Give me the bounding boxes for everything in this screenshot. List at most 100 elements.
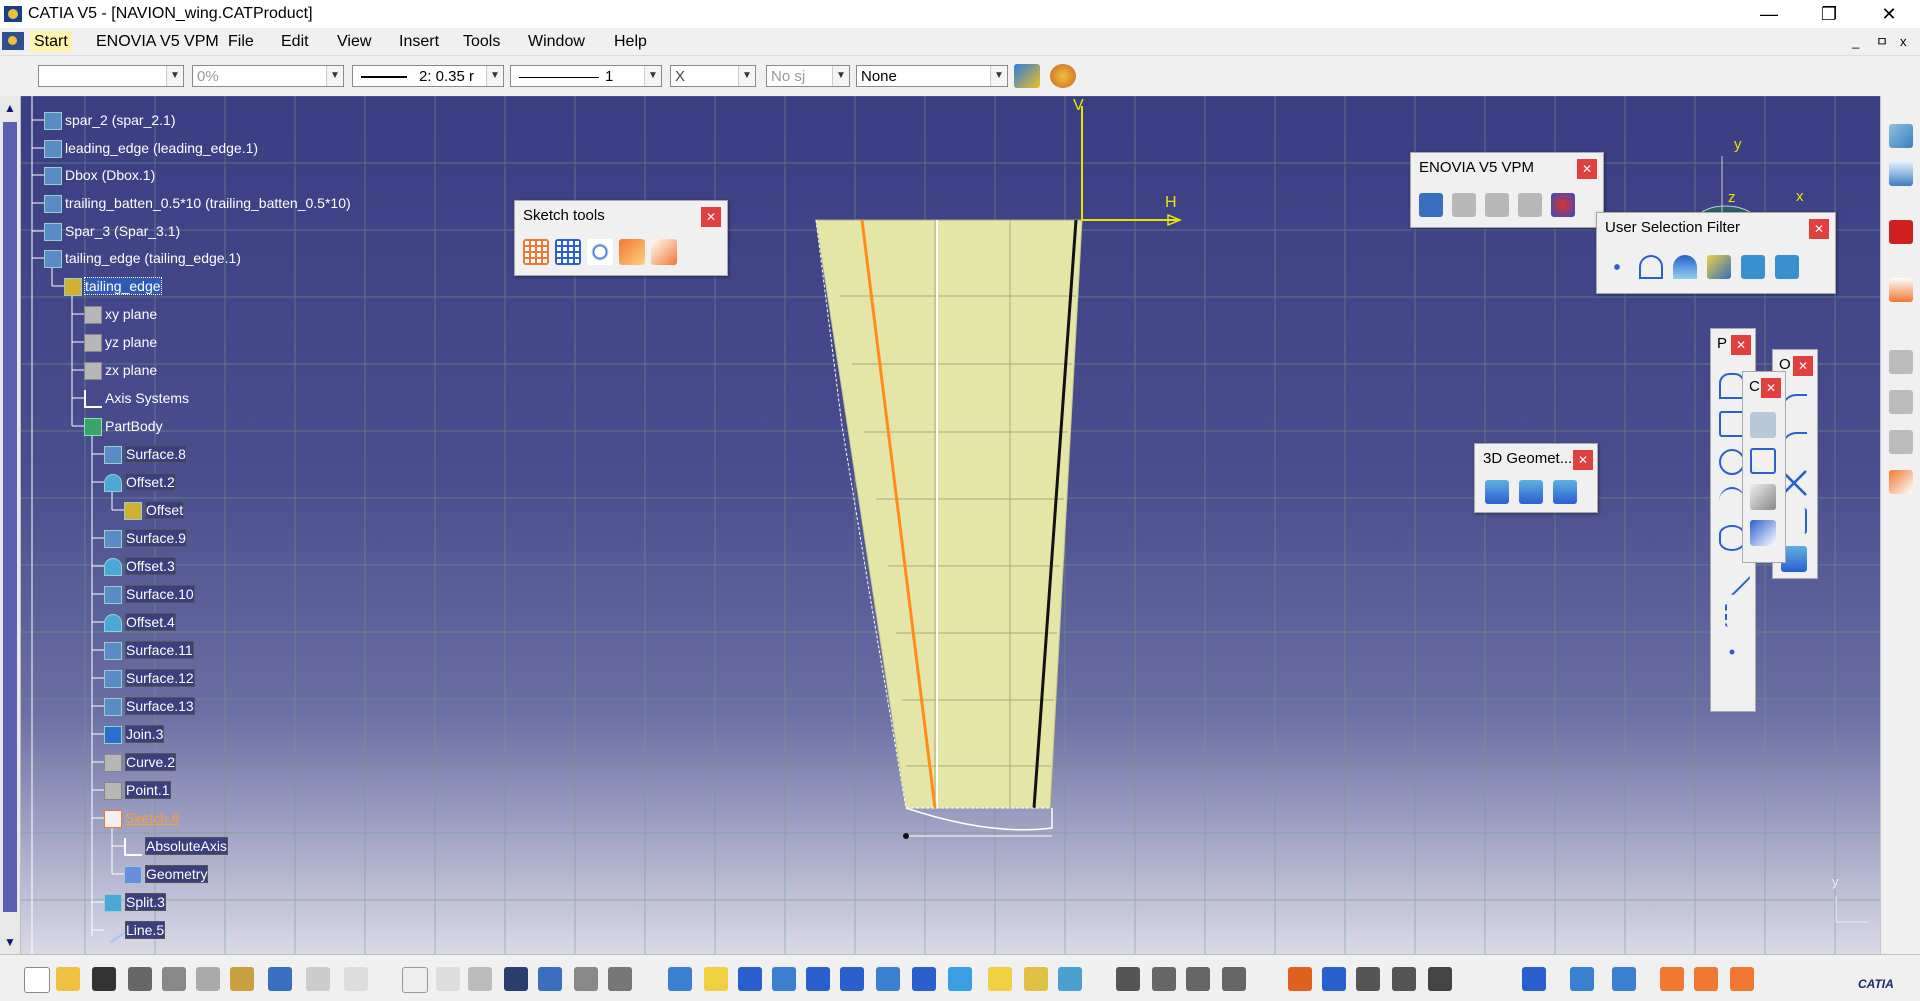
menu-start[interactable]: Start [30,31,72,52]
export-icon[interactable] [1889,162,1913,186]
hide-show-icon[interactable] [1024,967,1048,991]
enovia-update-icon[interactable] [1518,193,1542,217]
line-tool-icon[interactable] [1712,557,1752,597]
painter-icon[interactable] [1014,64,1040,88]
pdf-icon[interactable] [1889,220,1913,244]
menu-enovia[interactable]: ENOVIA V5 VPM [92,31,223,52]
tree-item-tailing-edge-instance[interactable]: tailing_edge (tailing_edge.1) [44,247,241,269]
tree-item-surface-12[interactable]: Surface.12 [104,667,195,689]
animation-icon[interactable] [1186,967,1210,991]
volume-filter-icon[interactable] [1707,255,1731,279]
menu-view[interactable]: View [333,31,375,52]
sketch-tool-disabled-icon[interactable] [1889,430,1913,454]
select-cursor-icon[interactable] [1889,470,1913,494]
scroll-up-icon[interactable]: ▲ [0,98,20,118]
scroll-down-icon[interactable]: ▼ [0,932,20,952]
dimensional-constraints-icon[interactable] [651,239,677,265]
orientation-icon[interactable] [1889,278,1913,302]
doc-minimize-button[interactable]: _ [1848,31,1863,52]
enovia-save-icon[interactable] [1419,193,1443,217]
constraint-dialog-icon[interactable] [1750,412,1776,438]
tree-item-surface-8[interactable]: Surface.8 [104,443,187,465]
tree-item-spar-2[interactable]: spar_2 (spar_2.1) [44,109,176,131]
tree-item-dbox[interactable]: Dbox (Dbox.1) [44,164,155,186]
line-type-dropdown[interactable]: 1 ▼ [510,65,662,87]
print-icon[interactable] [128,967,152,991]
tree-item-spar-3[interactable]: Spar_3 (Spar_3.1) [44,220,180,242]
grid-icon[interactable] [523,239,549,265]
swap-visible-space-icon[interactable] [1058,967,1082,991]
tools-icon[interactable] [1222,967,1246,991]
menu-file[interactable]: File [224,31,258,52]
minimize-button[interactable]: — [1746,2,1792,26]
tree-item-offset-2[interactable]: Offset.2 [104,471,176,493]
project-3d-elements-icon[interactable] [1485,480,1509,504]
tree-item-geometry[interactable]: Geometry [124,863,209,885]
doc-close-button[interactable]: x [1896,31,1911,52]
tree-item-absolute-axis[interactable]: AbsoluteAxis [124,835,228,857]
multi-view-icon[interactable] [912,967,936,991]
sketch-position-disabled-icon[interactable] [1889,390,1913,414]
menu-help[interactable]: Help [610,31,651,52]
tree-item-sketch-6[interactable]: Sketch.6 [104,807,179,829]
chevron-down-icon[interactable]: ▼ [832,66,849,86]
tree-item-zx-plane[interactable]: zx plane [84,359,157,381]
constraint-icon[interactable] [1750,448,1776,474]
undo-icon[interactable] [268,967,292,991]
tree-item-split-3[interactable]: Split.3 [104,891,166,913]
restore-button[interactable]: ❐ [1806,2,1852,26]
whats-this-icon[interactable] [344,967,368,991]
save-icon[interactable] [92,967,116,991]
settings-gear-icon[interactable] [1116,967,1140,991]
tree-item-offset-3[interactable]: Offset.3 [104,555,176,577]
close-icon[interactable]: ✕ [1577,159,1597,179]
rotate-icon[interactable] [772,967,796,991]
zoom-out-icon[interactable] [840,967,864,991]
point-tool-icon[interactable] [1719,639,1745,665]
tree-item-surface-10[interactable]: Surface.10 [104,583,195,605]
sketch-analysis-icon[interactable] [1288,967,1312,991]
axis-tool-icon[interactable] [1725,601,1741,627]
geometry-filter-icon[interactable] [1775,255,1799,279]
chevron-down-icon[interactable]: ▼ [644,66,661,86]
comment-icon[interactable] [436,967,460,991]
close-icon[interactable]: ✕ [701,207,721,227]
knowledge-icon[interactable] [468,967,492,991]
chevron-down-icon[interactable]: ▼ [166,66,183,86]
chevron-down-icon[interactable]: ▼ [990,66,1007,86]
copy-icon[interactable] [196,967,220,991]
chevron-down-icon[interactable]: ▼ [486,66,503,86]
tree-item-trailing-batten[interactable]: trailing_batten_0.5*10 (trailing_batten_… [44,192,351,214]
menu-window[interactable]: Window [524,31,589,52]
point-filter-icon[interactable] [1605,255,1629,279]
enovia-refresh-icon[interactable] [1485,193,1509,217]
enovia-load-icon[interactable] [1452,193,1476,217]
wing-surface[interactable] [815,219,1083,809]
project-silhouette-icon[interactable] [1553,480,1577,504]
tree-item-surface-13[interactable]: Surface.13 [104,695,195,717]
tree-item-join-3[interactable]: Join.3 [104,723,165,745]
normal-view-icon[interactable] [876,967,900,991]
scroll-thumb[interactable] [3,122,17,912]
contact-constraint-icon[interactable] [1750,484,1776,510]
tree-item-offset[interactable]: Offset [124,499,185,521]
tree-item-point-1[interactable]: Point.1 [104,779,171,801]
close-icon[interactable]: ✕ [1731,335,1751,355]
menu-tools[interactable]: Tools [459,31,504,52]
layer-dropdown[interactable]: None ▼ [856,65,1008,87]
sketcher-disabled-icon[interactable] [1889,350,1913,374]
apply-style-icon[interactable] [1050,64,1076,88]
tree-item-tailing-edge-part[interactable]: tailing_edge [64,275,162,297]
constraint-3-icon[interactable] [1730,967,1754,991]
close-icon[interactable]: ✕ [1793,356,1813,376]
tree-item-partbody[interactable]: PartBody [84,415,163,437]
feature-filter-icon[interactable] [1741,255,1765,279]
document-icon[interactable] [1356,967,1380,991]
iso-view-icon[interactable] [948,967,972,991]
tree-item-offset-4[interactable]: Offset.4 [104,611,176,633]
normal-to-plane-icon[interactable] [1522,967,1546,991]
tree-item-yz-plane[interactable]: yz plane [84,331,157,353]
point-symbol-dropdown[interactable]: X ▼ [670,65,756,87]
tree-item-xy-plane[interactable]: xy plane [84,303,157,325]
snap-to-point-icon[interactable] [555,239,581,265]
